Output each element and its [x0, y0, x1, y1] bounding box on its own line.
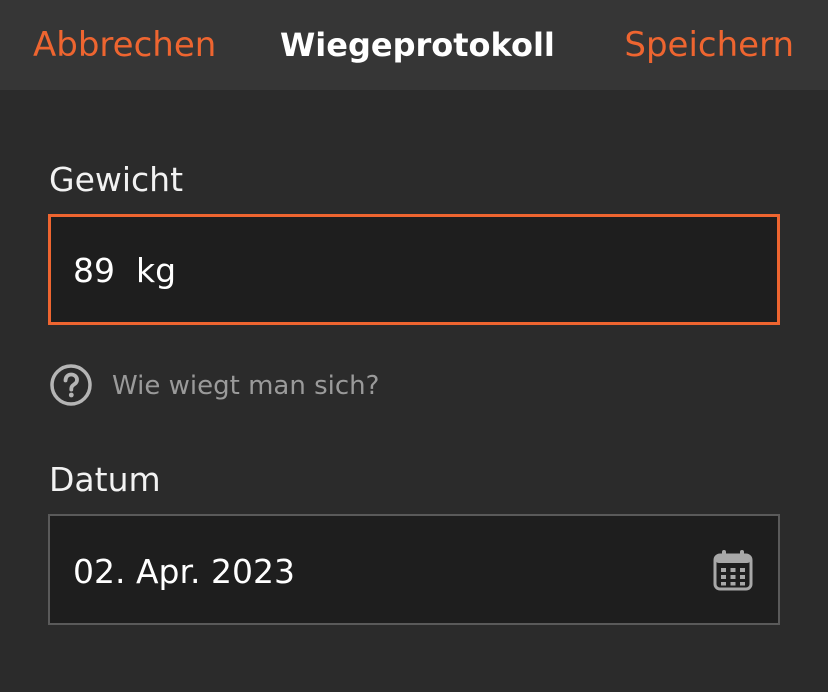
weight-label: Gewicht [49, 160, 184, 199]
cancel-button[interactable]: Abbrechen [33, 22, 216, 68]
navigation-bar: Abbrechen Wiegeprotokoll Speichern [0, 0, 828, 90]
date-picker[interactable]: 02. Apr. 2023 [48, 514, 780, 625]
page-title: Wiegeprotokoll [280, 26, 555, 64]
date-value: 02. Apr. 2023 [73, 552, 295, 591]
question-circle-icon [50, 364, 92, 406]
help-text: Wie wiegt man sich? [112, 371, 380, 401]
weight-value: 89 [73, 251, 115, 290]
calendar-icon[interactable] [713, 548, 753, 592]
weight-unit: kg [135, 251, 177, 290]
weight-input[interactable]: 89 kg [48, 214, 780, 325]
save-button[interactable]: Speichern [624, 22, 794, 68]
weight-value-text: 89 kg [73, 249, 176, 293]
date-label: Datum [49, 460, 161, 499]
